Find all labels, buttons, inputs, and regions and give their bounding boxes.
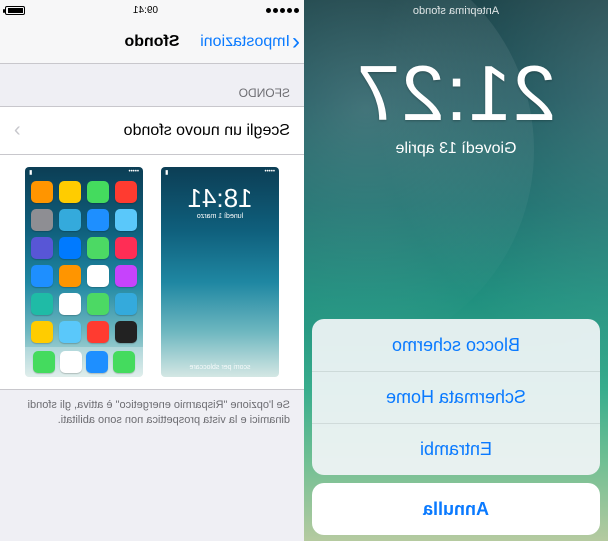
app-icon: [31, 237, 53, 259]
app-icon: [87, 181, 109, 203]
preview-lock-time: 18:41: [161, 183, 279, 214]
app-icon: [31, 321, 53, 343]
app-icon: [59, 237, 81, 259]
dock-app-icon: [86, 351, 108, 373]
app-icon: [115, 293, 137, 315]
app-icon: [87, 321, 109, 343]
nav-bar: ‹ Impostazioni Sfondo: [0, 20, 304, 64]
signal-icon: [266, 8, 299, 13]
choose-wallpaper-label: Scegli un nuovo sfondo: [124, 122, 290, 140]
app-icon: [115, 265, 137, 287]
section-header: SFONDO: [0, 64, 304, 106]
set-lock-screen-button[interactable]: Blocco schermo: [312, 319, 600, 371]
app-icon: [59, 209, 81, 231]
home-screen-preview[interactable]: •••••▮: [25, 167, 143, 377]
app-icon: [87, 293, 109, 315]
set-home-screen-button[interactable]: Schermata Home: [312, 371, 600, 423]
wallpaper-previews: •••••▮ 18:41 lunedì 1 marzo scorri per s…: [0, 155, 304, 390]
chevron-left-icon: ‹: [292, 30, 300, 54]
set-both-button[interactable]: Entrambi: [312, 423, 600, 475]
app-icon: [59, 181, 81, 203]
preview-lock-date: lunedì 1 marzo: [161, 213, 279, 220]
app-icon: [59, 265, 81, 287]
lock-date: Giovedì 13 aprile: [304, 140, 608, 158]
app-icon: [31, 265, 53, 287]
chevron-right-icon: ›: [14, 119, 21, 142]
app-icon: [115, 321, 137, 343]
app-icon: [87, 265, 109, 287]
wallpaper-set-preview: Anteprima sfondo 21:27 Giovedì 13 aprile…: [304, 0, 608, 541]
app-icon: [87, 237, 109, 259]
dock-app-icon: [33, 351, 55, 373]
choose-wallpaper-row[interactable]: Scegli un nuovo sfondo ›: [0, 106, 304, 155]
app-icon: [115, 209, 137, 231]
app-icon: [31, 293, 53, 315]
footer-note: Se l'opzione "Risparmio energetico" è at…: [0, 390, 304, 436]
back-button[interactable]: ‹ Impostazioni: [200, 30, 304, 54]
status-time: 09:41: [133, 5, 158, 16]
app-icon: [59, 321, 81, 343]
dock-app-icon: [60, 351, 82, 373]
app-icon: [115, 181, 137, 203]
app-icon: [31, 181, 53, 203]
preview-lock-slide: scorri per sbloccare: [161, 364, 279, 371]
back-label: Impostazioni: [200, 33, 290, 51]
lock-screen-preview[interactable]: •••••▮ 18:41 lunedì 1 marzo scorri per s…: [161, 167, 279, 377]
dock-app-icon: [113, 351, 135, 373]
preview-label: Anteprima sfondo: [304, 5, 608, 17]
app-icon: [115, 237, 137, 259]
action-sheet: Blocco schermo Schermata Home Entrambi A…: [312, 319, 600, 535]
app-icon: [87, 209, 109, 231]
app-icon: [59, 293, 81, 315]
lock-clock: 21:27: [304, 48, 608, 139]
app-icon: [31, 209, 53, 231]
status-bar: 09:41: [0, 0, 304, 20]
settings-wallpaper-screen: 09:41 ‹ Impostazioni Sfondo SFONDO Scegl…: [0, 0, 304, 541]
battery-icon: [5, 6, 25, 15]
cancel-button[interactable]: Annulla: [312, 483, 600, 535]
